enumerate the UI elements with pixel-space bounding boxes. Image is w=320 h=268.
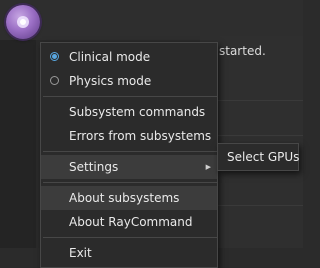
app-context-menu: Clinical mode Physics mode Subsystem com… — [40, 42, 218, 268]
menu-separator — [43, 96, 217, 97]
divider — [216, 205, 303, 206]
radio-unchecked-icon — [50, 76, 59, 85]
menu-item-label: About subsystems — [69, 191, 180, 205]
menu-item-settings[interactable]: Settings ▶ — [41, 155, 217, 179]
menu-item-label: Settings — [69, 160, 119, 174]
menu-item-subsystem-commands[interactable]: Subsystem commands — [41, 100, 217, 124]
menu-item-label: Clinical mode — [69, 50, 151, 64]
raycommand-logo-icon — [17, 16, 29, 28]
submenu-item-select-gpus[interactable]: Select GPUs — [218, 144, 300, 170]
menu-item-label: About RayCommand — [69, 215, 193, 229]
submenu-arrow-icon: ▶ — [205, 163, 211, 171]
radio-checked-icon — [50, 52, 59, 61]
app-menu-button[interactable] — [6, 5, 40, 39]
menu-item-exit[interactable]: Exit — [41, 241, 217, 265]
menu-item-physics-mode[interactable]: Physics mode — [41, 69, 217, 93]
menu-separator — [43, 151, 217, 152]
menu-separator — [43, 182, 217, 183]
left-side-panel — [0, 40, 36, 248]
menu-item-about-raycommand[interactable]: About RayCommand — [41, 210, 217, 234]
menu-item-label: Subsystem commands — [69, 105, 206, 119]
top-bar — [0, 0, 303, 40]
divider — [216, 135, 303, 136]
submenu-item-label: Select GPUs — [227, 150, 300, 164]
divider — [216, 100, 303, 101]
menu-item-clinical-mode[interactable]: Clinical mode — [41, 45, 217, 69]
menu-item-errors-from-subsystems[interactable]: Errors from subsystems — [41, 124, 217, 148]
menu-item-label: Physics mode — [69, 74, 152, 88]
status-text: started. — [219, 44, 266, 58]
menu-separator — [43, 237, 217, 238]
menu-item-label: Errors from subsystems — [69, 129, 212, 143]
settings-submenu: Select GPUs — [217, 143, 299, 171]
menu-item-label: Exit — [69, 246, 92, 260]
menu-item-about-subsystems[interactable]: About subsystems — [41, 186, 217, 210]
